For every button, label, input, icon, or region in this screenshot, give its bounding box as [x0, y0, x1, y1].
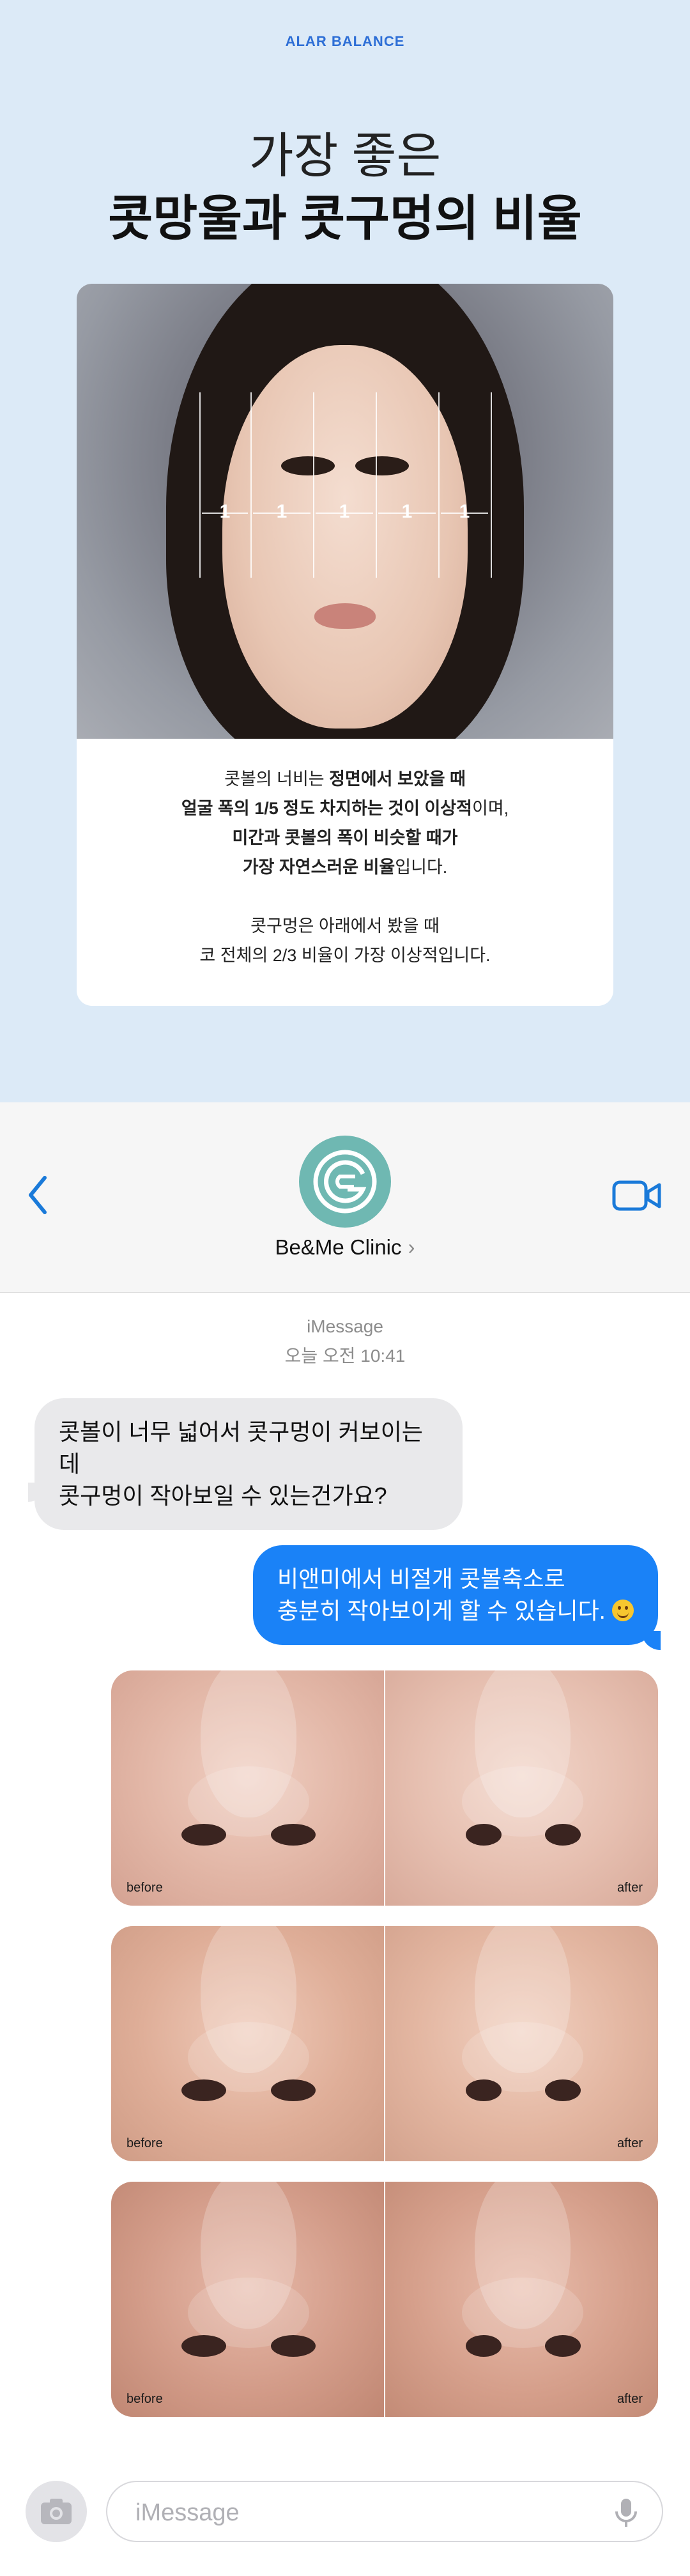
before-photo: before — [111, 2182, 384, 2417]
service-label: iMessage — [307, 1316, 383, 1336]
conversation-header: Be&Me Clinic › — [0, 1102, 690, 1293]
description-line: 코 전체의 2/3 비율이 가장 이상적입니다. — [77, 941, 613, 970]
description-text: 콧볼의 너비는 — [224, 769, 330, 789]
description-text: 콧구멍은 아래에서 봤을 때 — [250, 916, 440, 936]
headline-line-1: 가장 좋은 — [249, 129, 441, 183]
nostril — [545, 2079, 581, 2101]
before-label: before — [126, 1881, 163, 1895]
portrait-eye-right — [355, 456, 409, 475]
nostril — [181, 2079, 226, 2101]
camera-button[interactable] — [26, 2481, 87, 2542]
chevron-right-icon: › — [408, 1235, 415, 1259]
description-emphasis: 가장 자연스러운 비율 — [242, 858, 395, 877]
description-emphasis: 미간과 콧볼의 폭이 비슷할 때가 — [232, 828, 458, 847]
ratio-label: 1 — [219, 501, 231, 522]
after-label: after — [617, 2136, 643, 2150]
section-eyebrow: ALAR BALANCE — [285, 33, 405, 49]
ratio-description: 콧볼의 너비는 정면에서 보았을 때 얼굴 폭의 1/5 정도 차지하는 것이 이… — [77, 764, 613, 970]
message-line: 비앤미에서 비절개 콧볼축소로 — [277, 1566, 565, 1592]
message-timestamp: 오늘 오전 10:41 — [284, 1346, 406, 1366]
guide-line — [438, 392, 440, 578]
description-text: 코 전체의 2/3 비율이 가장 이상적입니다. — [199, 946, 491, 965]
portrait-lips — [314, 603, 376, 629]
incoming-message[interactable]: 콧볼이 너무 넓어서 콧구멍이 커보이는데 콧구멍이 작아보일 수 있는건가요? — [34, 1398, 463, 1530]
nostril — [545, 1824, 581, 1846]
description-text: 이며, — [471, 799, 509, 818]
before-photo: before — [111, 1670, 384, 1906]
nostril — [271, 2079, 316, 2101]
portrait-face — [222, 345, 468, 729]
guide-line — [491, 392, 492, 578]
ratio-label: 1 — [401, 501, 413, 522]
microphone-icon[interactable] — [612, 2496, 640, 2529]
outgoing-message[interactable]: 비앤미에서 비절개 콧볼축소로 충분히 작아보이게 할 수 있습니다. — [253, 1545, 658, 1645]
alar-balance-section: ALAR BALANCE 가장 좋은 콧망울과 콧구멍의 비율 1 1 1 1 … — [0, 0, 690, 1102]
ratio-label: 1 — [339, 501, 350, 522]
guide-line — [250, 392, 252, 578]
description-text: 입니다. — [395, 858, 448, 877]
description-line: 콧볼의 너비는 정면에서 보았을 때 — [77, 764, 613, 794]
nostril — [466, 2335, 502, 2357]
after-photo: after — [385, 1926, 658, 2161]
before-after-photo[interactable]: before after — [111, 1926, 658, 2161]
nostril — [271, 2335, 316, 2357]
after-label: after — [617, 2392, 643, 2406]
after-photo: after — [385, 2182, 658, 2417]
after-label: after — [617, 1881, 643, 1895]
before-photo: before — [111, 1926, 384, 2161]
description-line: 미간과 콧볼의 폭이 비슷할 때가 — [77, 823, 613, 852]
message-line: 콧볼이 너무 넓어서 콧구멍이 커보이는데 — [59, 1419, 423, 1477]
description-emphasis: 정면에서 보았을 때 — [329, 769, 466, 789]
nostril — [466, 1824, 502, 1846]
clinic-logo-icon — [313, 1150, 377, 1214]
after-photo: after — [385, 1670, 658, 1906]
guide-line — [199, 392, 201, 578]
portrait-eye-left — [281, 456, 335, 475]
message-line: 충분히 작아보이게 할 수 있습니다. — [277, 1595, 634, 1627]
nostril — [181, 1824, 226, 1846]
nostril — [545, 2335, 581, 2357]
ratio-label: 1 — [276, 501, 288, 522]
contact-name-button[interactable]: Be&Me Clinic › — [0, 1235, 690, 1260]
portrait-photo: 1 1 1 1 1 — [77, 284, 613, 739]
nostril — [466, 2079, 502, 2101]
before-label: before — [126, 2136, 163, 2150]
before-after-photo[interactable]: before after — [111, 1670, 658, 1906]
description-line: 가장 자연스러운 비율입니다. — [77, 852, 613, 882]
contact-name: Be&Me Clinic — [275, 1235, 402, 1259]
info-card: 1 1 1 1 1 콧볼의 너비는 정면에서 보았을 때 얼굴 폭의 1/5 정도… — [77, 284, 613, 1006]
nostril — [181, 2335, 226, 2357]
video-camera-icon[interactable] — [612, 1178, 662, 1214]
headline-line-2: 콧망울과 콧구멍의 비율 — [108, 192, 582, 246]
avatar[interactable] — [299, 1136, 391, 1228]
smiling-face-emoji-icon — [611, 1600, 634, 1621]
guide-line — [313, 392, 314, 578]
ratio-label: 1 — [459, 501, 470, 522]
input-placeholder: iMessage — [135, 2499, 240, 2526]
compose-bar: iMessage — [0, 2467, 690, 2576]
before-after-photo[interactable]: before after — [111, 2182, 658, 2417]
nostril — [271, 1824, 316, 1846]
chevron-left-icon[interactable] — [26, 1173, 51, 1217]
message-line: 콧구멍이 작아보일 수 있는건가요? — [59, 1483, 387, 1509]
description-line: 얼굴 폭의 1/5 정도 차지하는 것이 이상적이며, — [77, 794, 613, 823]
imessage-input[interactable]: iMessage — [106, 2481, 663, 2542]
description-emphasis: 얼굴 폭의 1/5 정도 차지하는 것이 이상적 — [181, 799, 472, 818]
before-label: before — [126, 2392, 163, 2406]
description-line: 콧구멍은 아래에서 봤을 때 — [77, 911, 613, 941]
camera-icon — [41, 2499, 72, 2524]
guide-line — [376, 392, 377, 578]
